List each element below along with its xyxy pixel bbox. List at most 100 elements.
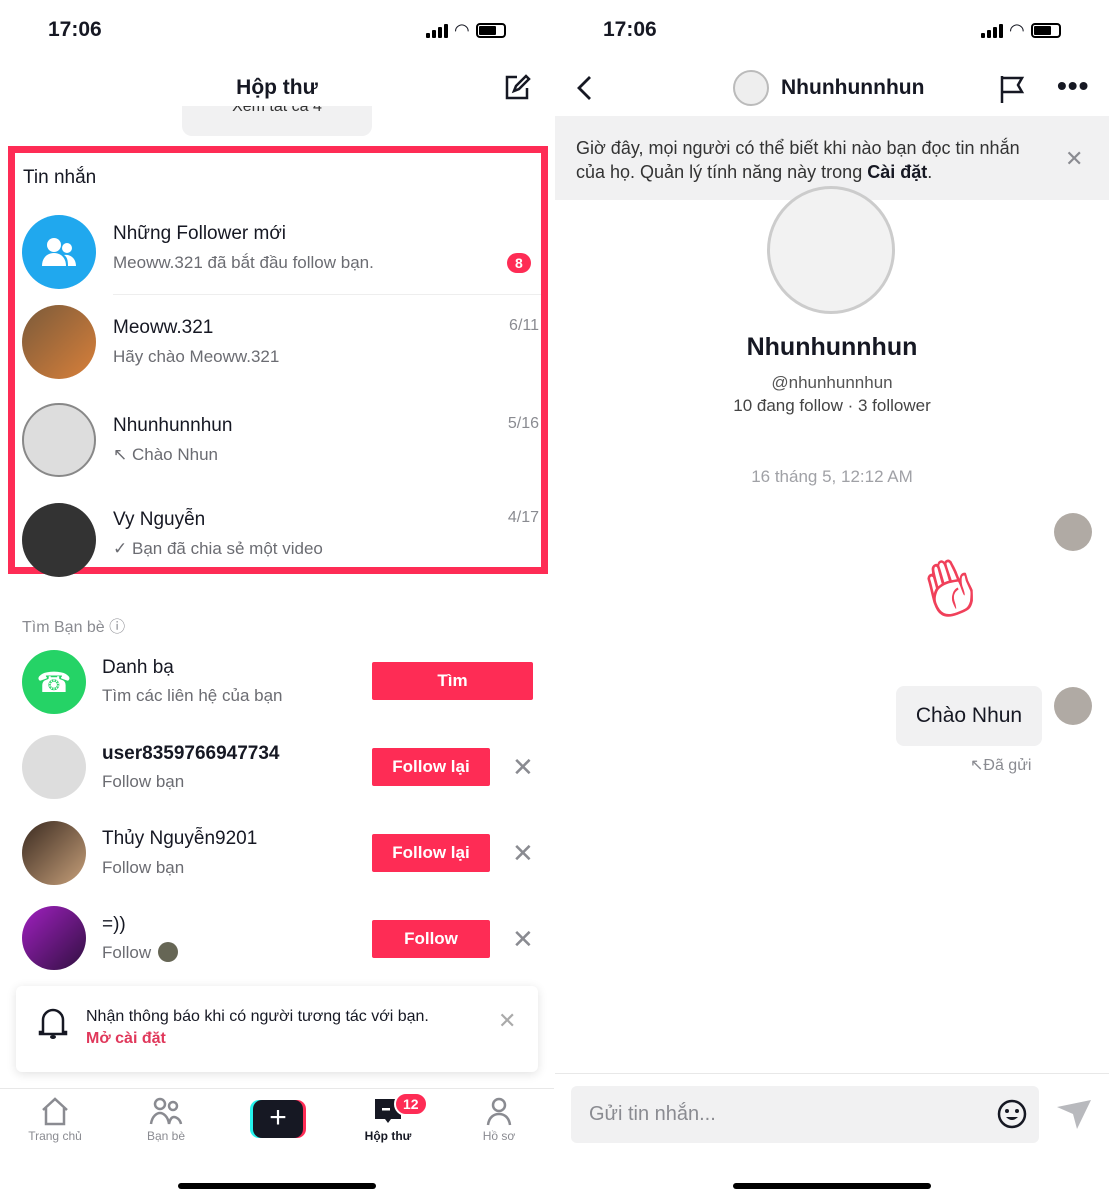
chat-title[interactable]: Nhunhunnhun [781, 76, 924, 100]
sent-icon: ↖︎ [970, 757, 984, 774]
my-avatar [1054, 687, 1092, 725]
info-icon: ⓘ [109, 619, 126, 636]
avatar [22, 305, 96, 379]
avatar [22, 503, 96, 577]
suggestion-name: =)) [102, 914, 126, 935]
conversation-name: Những Follower mới [113, 223, 287, 244]
signal-icon [981, 23, 1003, 38]
banner-text: Giờ đây, mọi người có thể biết khi nào b… [576, 138, 1020, 182]
message-row[interactable]: Meoww.321 Hãy chào Meoww.321 6/11 [15, 299, 541, 391]
suggestion-name: Danh bạ [102, 657, 174, 678]
wifi-icon: ◠ [454, 20, 470, 40]
divider [555, 1073, 1109, 1074]
conversation-name: Meoww.321 [113, 317, 214, 338]
conversation-date: 6/11 [509, 317, 539, 334]
my-avatar [1054, 513, 1092, 551]
mutual-avatar [158, 942, 178, 962]
conversation-preview: Hãy chào Meoww.321 [113, 347, 280, 366]
conversation-preview: Chào Nhun [131, 445, 218, 464]
followers-icon [22, 215, 96, 289]
compose-icon[interactable] [503, 74, 531, 102]
message-row[interactable]: Nhunhunnhun ↖︎ Chào Nhun 5/16 [15, 395, 541, 487]
conversation-name: Vy Nguyễn [113, 509, 206, 530]
close-icon[interactable]: ✕ [1065, 146, 1083, 172]
friends-icon [149, 1097, 183, 1125]
chat-avatar[interactable] [733, 70, 769, 106]
conversation-date: 5/16 [507, 415, 539, 432]
plus-icon: + [253, 1100, 303, 1138]
battery-icon [1030, 23, 1061, 38]
status-time: 17:06 [603, 18, 657, 41]
suggestion-sub: Follow bạn [102, 772, 185, 791]
more-icon[interactable]: ••• [1057, 70, 1089, 102]
nav-profile[interactable]: Hồ sơ [459, 1096, 539, 1143]
open-settings-link[interactable]: Mở cài đặt [86, 1030, 166, 1048]
conversation-name: Nhunhunnhun [113, 415, 233, 436]
inbox-screen: 17:06 ◠ Hộp thư Xem tất cả 4 Tin nhắn Nh… [0, 0, 554, 1200]
check-icon: ✓ [113, 539, 128, 558]
message-row[interactable]: Vy Nguyễn ✓ Bạn đã chia sẻ một video 4/1… [15, 491, 541, 577]
find-contacts-button[interactable]: Tìm [372, 662, 533, 700]
messages-title: Tin nhắn [23, 167, 97, 188]
status-icons: ◠ [426, 20, 506, 41]
status-icons: ◠ [981, 20, 1061, 41]
message-row-new-followers[interactable]: Những Follower mới Meoww.321 đã bắt đầu … [15, 205, 541, 295]
suggestion-sub: Follow [102, 943, 152, 962]
emoji-icon[interactable] [997, 1099, 1027, 1129]
suggestion-sub: Follow bạn [102, 858, 185, 877]
dismiss-icon[interactable]: ✕ [512, 924, 534, 955]
settings-link[interactable]: Cài đặt [867, 162, 927, 182]
wifi-icon: ◠ [1009, 20, 1025, 40]
notification-text: Nhận thông báo khi có người tương tác vớ… [86, 1008, 429, 1025]
messages-section: Tin nhắn Những Follower mới Meoww.321 đã… [8, 146, 548, 577]
signal-icon [426, 23, 448, 38]
divider [0, 1088, 554, 1089]
follow-back-button[interactable]: Follow lại [372, 748, 490, 786]
dismiss-icon[interactable]: ✕ [512, 838, 534, 869]
conversation-preview: Bạn đã chia sẻ một video [131, 539, 323, 558]
suggestion-name: user8359766947734 [102, 743, 280, 764]
message-input[interactable]: Gửi tin nhắn... [571, 1086, 1039, 1143]
suggestion-sub: Tìm các liên hệ của bạn [102, 686, 283, 705]
notification-prompt: Nhận thông báo khi có người tương tác vớ… [16, 986, 538, 1072]
profile-avatar[interactable] [767, 186, 895, 314]
message-status: ↖︎Đã gửi [970, 757, 1032, 774]
page-title: Hộp thư [236, 76, 318, 99]
find-friends-title: Tìm Bạn bè ⓘ [22, 619, 126, 636]
profile-handle: @nhunhunnhun [771, 373, 893, 392]
chat-screen: 17:06 ◠ Nhunhunnhun ••• Giờ đây, mọi ngư… [555, 0, 1109, 1200]
nav-home[interactable]: Trang chủ [15, 1096, 95, 1143]
follow-button[interactable]: Follow [372, 920, 490, 958]
inbox-badge: 12 [394, 1092, 428, 1116]
avatar [22, 403, 96, 477]
follow-back-button[interactable]: Follow lại [372, 834, 490, 872]
home-indicator [733, 1183, 931, 1189]
dismiss-icon[interactable]: ✕ [512, 752, 534, 783]
chat-timestamp: 16 tháng 5, 12:12 AM [751, 467, 913, 486]
bell-icon [38, 1008, 68, 1039]
create-button[interactable]: + [250, 1100, 306, 1138]
profile-name: Nhunhunnhun [746, 333, 918, 361]
flag-icon[interactable] [998, 74, 1026, 104]
message-bubble[interactable]: Chào Nhun [896, 686, 1042, 746]
home-indicator [178, 1183, 376, 1189]
battery-icon [475, 23, 506, 38]
avatar [22, 735, 86, 799]
status-time: 17:06 [48, 18, 102, 41]
contacts-icon: ☎ [22, 650, 86, 714]
conversation-preview: Meoww.321 đã bắt đầu follow bạn. [113, 253, 374, 272]
profile-icon [486, 1097, 512, 1126]
sent-icon: ↖︎ [113, 445, 128, 464]
suggestion-name: Thủy Nguyễn9201 [102, 828, 258, 849]
avatar [22, 821, 86, 885]
nav-friends[interactable]: Bạn bè [126, 1096, 206, 1143]
wave-sticker: ✋︎ [912, 537, 987, 638]
profile-stats: 10 đang follow · 3 follower [733, 396, 931, 415]
back-icon[interactable] [575, 74, 595, 102]
conversation-date: 4/17 [507, 509, 539, 526]
divider [113, 294, 541, 295]
send-icon[interactable] [1055, 1097, 1093, 1131]
close-icon[interactable]: ✕ [498, 1008, 516, 1034]
see-all-requests-button[interactable]: Xem tất cả 4 [182, 106, 372, 136]
home-icon [42, 1097, 68, 1126]
